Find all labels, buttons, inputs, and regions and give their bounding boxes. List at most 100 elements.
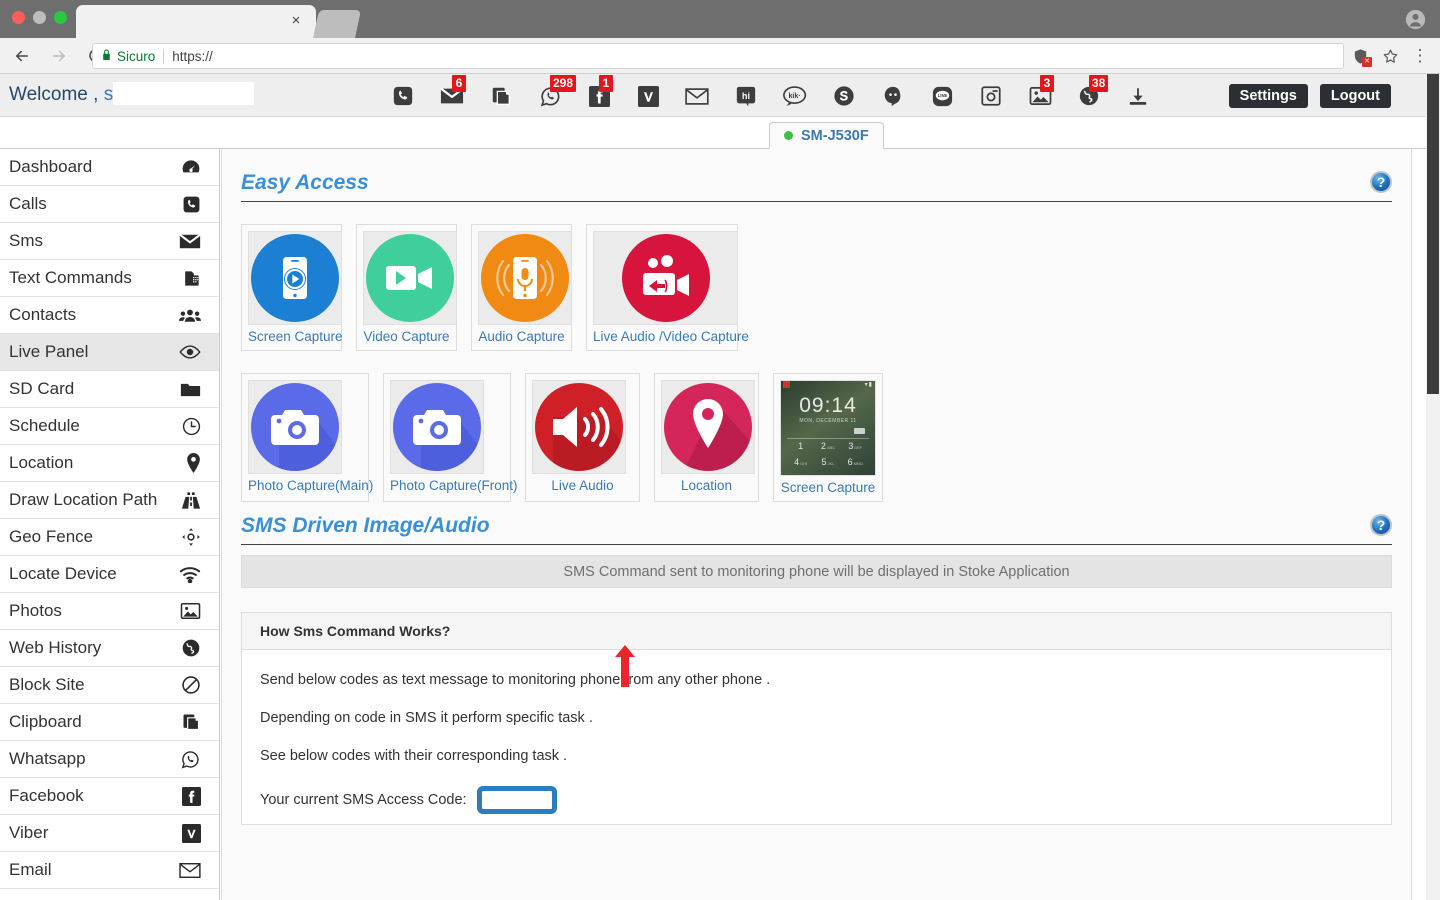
- sidebar-item-contacts[interactable]: Contacts: [0, 297, 219, 334]
- sidebar: Dashboard Calls Sms Text Commands Contac…: [0, 149, 220, 900]
- close-tab-icon[interactable]: ×: [288, 13, 304, 29]
- back-button[interactable]: [7, 41, 37, 71]
- device-tab-sm-j530f[interactable]: SM-J530F: [769, 122, 884, 149]
- browser-titlebar: ×: [0, 0, 1440, 38]
- line-icon[interactable]: LINE: [925, 79, 959, 113]
- easy-access-row-2: Photo Capture(Main) P: [241, 373, 1411, 502]
- sidebar-item-dashboard[interactable]: Dashboard: [0, 149, 219, 186]
- profile-avatar-icon[interactable]: [1405, 9, 1426, 30]
- facebook-icon[interactable]: 1: [582, 79, 616, 113]
- new-tab-button[interactable]: [313, 10, 361, 38]
- sidebar-item-schedule[interactable]: Schedule: [0, 408, 219, 445]
- access-code-label: Your current SMS Access Code:: [260, 792, 467, 808]
- tile-label: Live Audio /Video Capture: [593, 329, 731, 344]
- whatsapp-icon[interactable]: 298: [533, 79, 567, 113]
- address-bar[interactable]: Sicuro https://: [92, 43, 1344, 69]
- phone-icon[interactable]: [386, 79, 420, 113]
- sidebar-item-location[interactable]: Location: [0, 445, 219, 482]
- sidebar-item-draw-location-path[interactable]: Draw Location Path: [0, 482, 219, 519]
- svg-text:hi: hi: [742, 91, 750, 101]
- browser-tab[interactable]: ×: [76, 5, 316, 38]
- sidebar-item-text-commands[interactable]: Text Commands: [0, 260, 219, 297]
- shield-blocked-icon[interactable]: ✕: [1346, 43, 1374, 69]
- image-icon: [180, 602, 201, 620]
- forward-button[interactable]: [44, 41, 74, 71]
- tile-live-audio-video-capture[interactable]: Live Audio /Video Capture: [586, 224, 738, 351]
- divider-line: [787, 438, 869, 439]
- access-code-value: [477, 786, 557, 814]
- whatsapp-icon: [180, 749, 201, 770]
- sidebar-item-sd-card[interactable]: SD Card: [0, 371, 219, 408]
- panel-heading: How Sms Command Works?: [242, 613, 1391, 650]
- skype-icon[interactable]: [827, 79, 861, 113]
- tile-audio-capture[interactable]: Audio Capture: [471, 224, 572, 351]
- sidebar-item-label: Web History: [9, 638, 101, 658]
- screenshot-thumbnail: ▾▮ 09:14 MON, DECEMBER 11 1 2ABC 3DEF 4G…: [781, 380, 875, 476]
- clock-icon: [182, 417, 201, 436]
- photos-icon[interactable]: 3: [1023, 79, 1057, 113]
- scrollbar-thumb[interactable]: [1427, 74, 1439, 394]
- sidebar-item-locate-device[interactable]: Locate Device: [0, 556, 219, 593]
- badge-count: 3: [1040, 75, 1054, 92]
- sidebar-item-photos[interactable]: Photos: [0, 593, 219, 630]
- instagram-icon[interactable]: [974, 79, 1008, 113]
- help-icon[interactable]: ?: [1370, 514, 1392, 536]
- tile-video-capture[interactable]: Video Capture: [356, 224, 457, 351]
- sidebar-item-block-site[interactable]: Block Site: [0, 667, 219, 704]
- viber-icon[interactable]: [631, 79, 665, 113]
- tile-photo-capture-main[interactable]: Photo Capture(Main): [241, 373, 369, 502]
- web-history-icon[interactable]: 38: [1072, 79, 1106, 113]
- sidebar-item-label: Dashboard: [9, 157, 92, 177]
- tile-screen-capture-thumbnail[interactable]: ▾▮ 09:14 MON, DECEMBER 11 1 2ABC 3DEF 4G…: [773, 373, 883, 502]
- sidebar-item-label: Locate Device: [9, 564, 117, 584]
- sidebar-item-email[interactable]: Email: [0, 852, 219, 889]
- sidebar-item-label: Contacts: [9, 305, 76, 325]
- sidebar-item-label: SD Card: [9, 379, 74, 399]
- sms-notice-bar: SMS Command sent to monitoring phone wil…: [241, 555, 1392, 588]
- hike-icon[interactable]: hi: [729, 79, 763, 113]
- sidebar-item-label: Geo Fence: [9, 527, 93, 547]
- sidebar-item-facebook[interactable]: Facebook: [0, 778, 219, 815]
- maximize-window-button[interactable]: [54, 11, 67, 24]
- sidebar-item-label: Block Site: [9, 675, 85, 695]
- sidebar-item-geo-fence[interactable]: Geo Fence: [0, 519, 219, 556]
- page-scrollbar[interactable]: [1426, 74, 1440, 900]
- tile-screen-capture[interactable]: Screen Capture: [241, 224, 342, 351]
- help-icon[interactable]: ?: [1370, 171, 1392, 193]
- sms-envelope-icon[interactable]: 6: [435, 79, 469, 113]
- crosshair-icon: [181, 527, 201, 547]
- minimize-window-button[interactable]: [33, 11, 46, 24]
- browser-menu-icon[interactable]: ⋮: [1406, 43, 1434, 69]
- tile-photo-capture-front[interactable]: Photo Capture(Front): [383, 373, 511, 502]
- sidebar-item-calls[interactable]: Calls: [0, 186, 219, 223]
- sidebar-item-label: Calls: [9, 194, 47, 214]
- close-window-button[interactable]: [12, 11, 25, 24]
- sidebar-item-label: Schedule: [9, 416, 80, 436]
- bookmark-star-icon[interactable]: [1376, 43, 1404, 69]
- keypad-key: 4GHI: [787, 457, 814, 467]
- kik-icon[interactable]: kik·: [778, 79, 812, 113]
- sidebar-item-web-history[interactable]: Web History: [0, 630, 219, 667]
- badge-count: 38: [1089, 75, 1108, 92]
- url-text[interactable]: https://: [172, 49, 213, 64]
- sidebar-item-label: Email: [9, 860, 52, 880]
- browser-toolbar: Sicuro https:// ✕ ⋮: [0, 38, 1440, 74]
- tile-icon-wrap: [248, 380, 342, 474]
- clipboard-copy-icon[interactable]: [484, 79, 518, 113]
- settings-button[interactable]: Settings: [1229, 84, 1308, 108]
- sidebar-item-label: Text Commands: [9, 268, 132, 288]
- downloads-icon[interactable]: [1121, 79, 1155, 113]
- hangouts-icon[interactable]: [876, 79, 910, 113]
- tile-location[interactable]: Location: [654, 373, 759, 502]
- email-icon[interactable]: [680, 79, 714, 113]
- sidebar-item-live-panel[interactable]: Live Panel: [0, 334, 219, 371]
- window-controls[interactable]: [12, 11, 67, 24]
- tile-live-audio[interactable]: Live Audio: [525, 373, 640, 502]
- eye-icon: [179, 344, 201, 360]
- sidebar-item-viber[interactable]: Viber: [0, 815, 219, 852]
- sidebar-item-clipboard[interactable]: Clipboard: [0, 704, 219, 741]
- sidebar-item-sms[interactable]: Sms: [0, 223, 219, 260]
- tile-icon-wrap: [661, 380, 755, 474]
- logout-button[interactable]: Logout: [1320, 84, 1391, 108]
- sidebar-item-whatsapp[interactable]: Whatsapp: [0, 741, 219, 778]
